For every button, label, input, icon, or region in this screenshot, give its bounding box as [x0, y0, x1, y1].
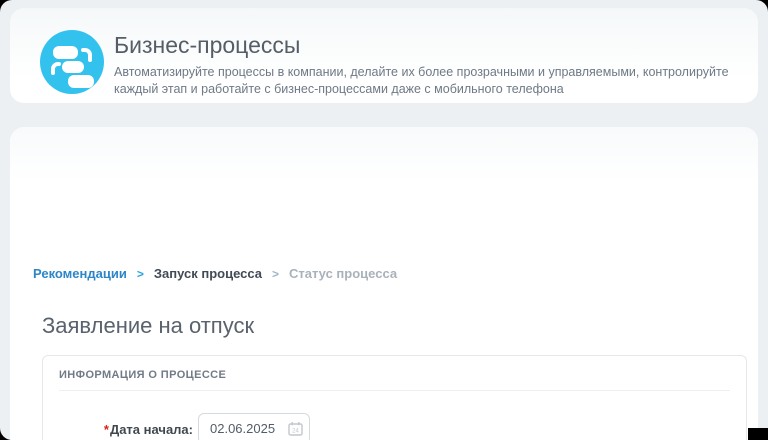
start-date-label: *Дата начала: — [43, 422, 193, 437]
breadcrumb: Рекомендации > Запуск процесса > Статус … — [33, 266, 397, 281]
chevron-right-icon: > — [271, 266, 279, 281]
app-page: Бизнес-процессы Автоматизируйте процессы… — [0, 0, 768, 440]
section-title: ИНФОРМАЦИЯ О ПРОЦЕССЕ — [59, 369, 227, 381]
chevron-right-icon: > — [136, 266, 144, 281]
page-description: Автоматизируйте процессы в компании, дел… — [114, 65, 729, 96]
breadcrumb-item-recommendations[interactable]: Рекомендации — [33, 266, 127, 281]
start-date-input-wrap: 24 — [198, 413, 310, 440]
page-heading: Бизнес-процессы — [114, 32, 301, 58]
business-processes-icon — [40, 30, 104, 94]
document-title: Заявление на отпуск — [42, 313, 255, 338]
screenshot-frame: Бизнес-процессы Автоматизируйте процессы… — [0, 0, 768, 440]
process-info-section: ИНФОРМАЦИЯ О ПРОЦЕССЕ *Дата начала: 24 — [42, 355, 747, 440]
start-date-label-text: Дата начала: — [109, 422, 193, 437]
business-processes-header-card: Бизнес-процессы Автоматизируйте процессы… — [10, 8, 758, 103]
content-card: Рекомендации > Запуск процесса > Статус … — [10, 127, 758, 440]
breadcrumb-item-process-status: Статус процесса — [289, 266, 398, 281]
required-asterisk: * — [103, 422, 109, 437]
start-date-input[interactable] — [198, 413, 310, 440]
section-divider — [59, 390, 730, 391]
breadcrumb-item-start-process[interactable]: Запуск процесса — [154, 266, 262, 281]
screen-corner-artifact — [748, 428, 768, 440]
